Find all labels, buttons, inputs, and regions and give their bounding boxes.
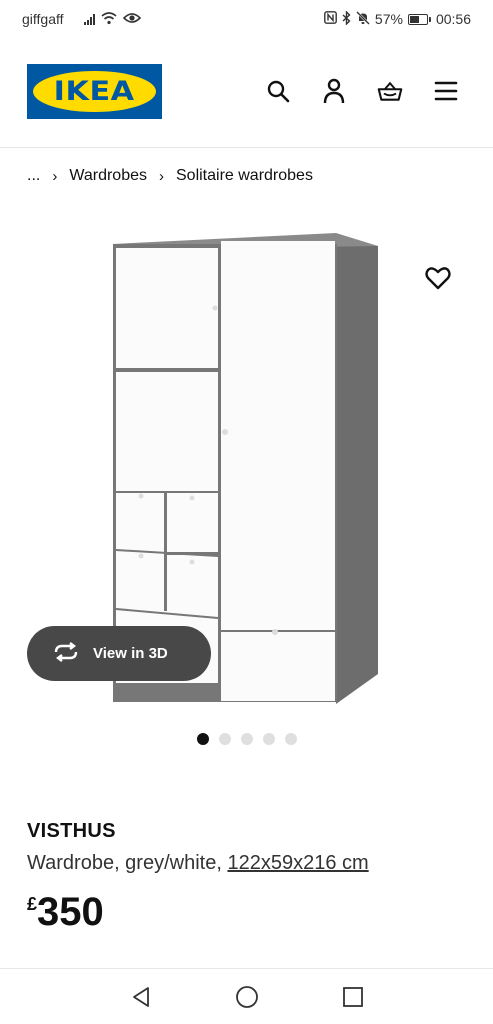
product-price: £ 350	[27, 890, 104, 934]
breadcrumb-ellipsis[interactable]: ...	[27, 167, 40, 185]
site-header: IKEA	[0, 38, 493, 148]
heart-icon[interactable]	[424, 264, 452, 292]
breadcrumb-item-wardrobes[interactable]: Wardrobes	[69, 167, 147, 185]
carousel-dot[interactable]	[285, 733, 297, 745]
breadcrumb-item-solitaire-wardrobes[interactable]: Solitaire wardrobes	[176, 167, 313, 185]
search-icon[interactable]	[265, 78, 291, 104]
view-in-3d-label: View in 3D	[93, 645, 168, 662]
carousel-dot[interactable]	[219, 733, 231, 745]
logo-oval: IKEA	[33, 71, 156, 112]
signal-icon	[83, 13, 95, 25]
status-bar: giffgaff 57% 00:56	[0, 0, 493, 38]
header-actions	[265, 78, 459, 104]
product-type: Wardrobe, grey/white,	[27, 852, 228, 874]
chevron-right-icon: ›	[159, 167, 164, 185]
product-name: VISTHUS	[27, 820, 116, 842]
account-icon[interactable]	[321, 78, 347, 104]
breadcrumb: ... › Wardrobes › Solitaire wardrobes	[27, 167, 313, 185]
carousel-dot[interactable]	[241, 733, 253, 745]
price-amount: 350	[37, 890, 104, 934]
carrier-name: giffgaff	[22, 11, 64, 27]
nfc-icon	[324, 11, 337, 27]
battery-icon	[407, 13, 431, 25]
bluetooth-icon	[342, 9, 351, 28]
wifi-icon	[101, 11, 117, 28]
carousel-dot[interactable]	[263, 733, 275, 745]
clock: 00:56	[435, 11, 471, 27]
home-icon[interactable]	[235, 985, 259, 1009]
logo-text: IKEA	[54, 76, 135, 107]
product-dimensions-link[interactable]: 122x59x216 cm	[227, 852, 368, 874]
back-icon[interactable]	[129, 985, 153, 1009]
ikea-logo[interactable]: IKEA	[27, 64, 162, 119]
recents-icon[interactable]	[341, 985, 365, 1009]
price-currency: £	[27, 894, 38, 914]
carousel-dots	[197, 733, 297, 745]
basket-icon[interactable]	[377, 78, 403, 104]
rotate-3d-icon	[53, 641, 79, 666]
chevron-right-icon: ›	[52, 167, 58, 185]
carousel-dot[interactable]	[197, 733, 209, 745]
view-in-3d-button[interactable]: View in 3D	[27, 626, 211, 681]
system-nav-bar	[0, 968, 493, 1024]
menu-icon[interactable]	[433, 78, 459, 104]
battery-percent: 57%	[374, 11, 403, 27]
product-description: Wardrobe, grey/white, 122x59x216 cm	[27, 852, 369, 875]
mute-bell-icon	[356, 10, 370, 28]
eye-icon	[122, 11, 141, 27]
